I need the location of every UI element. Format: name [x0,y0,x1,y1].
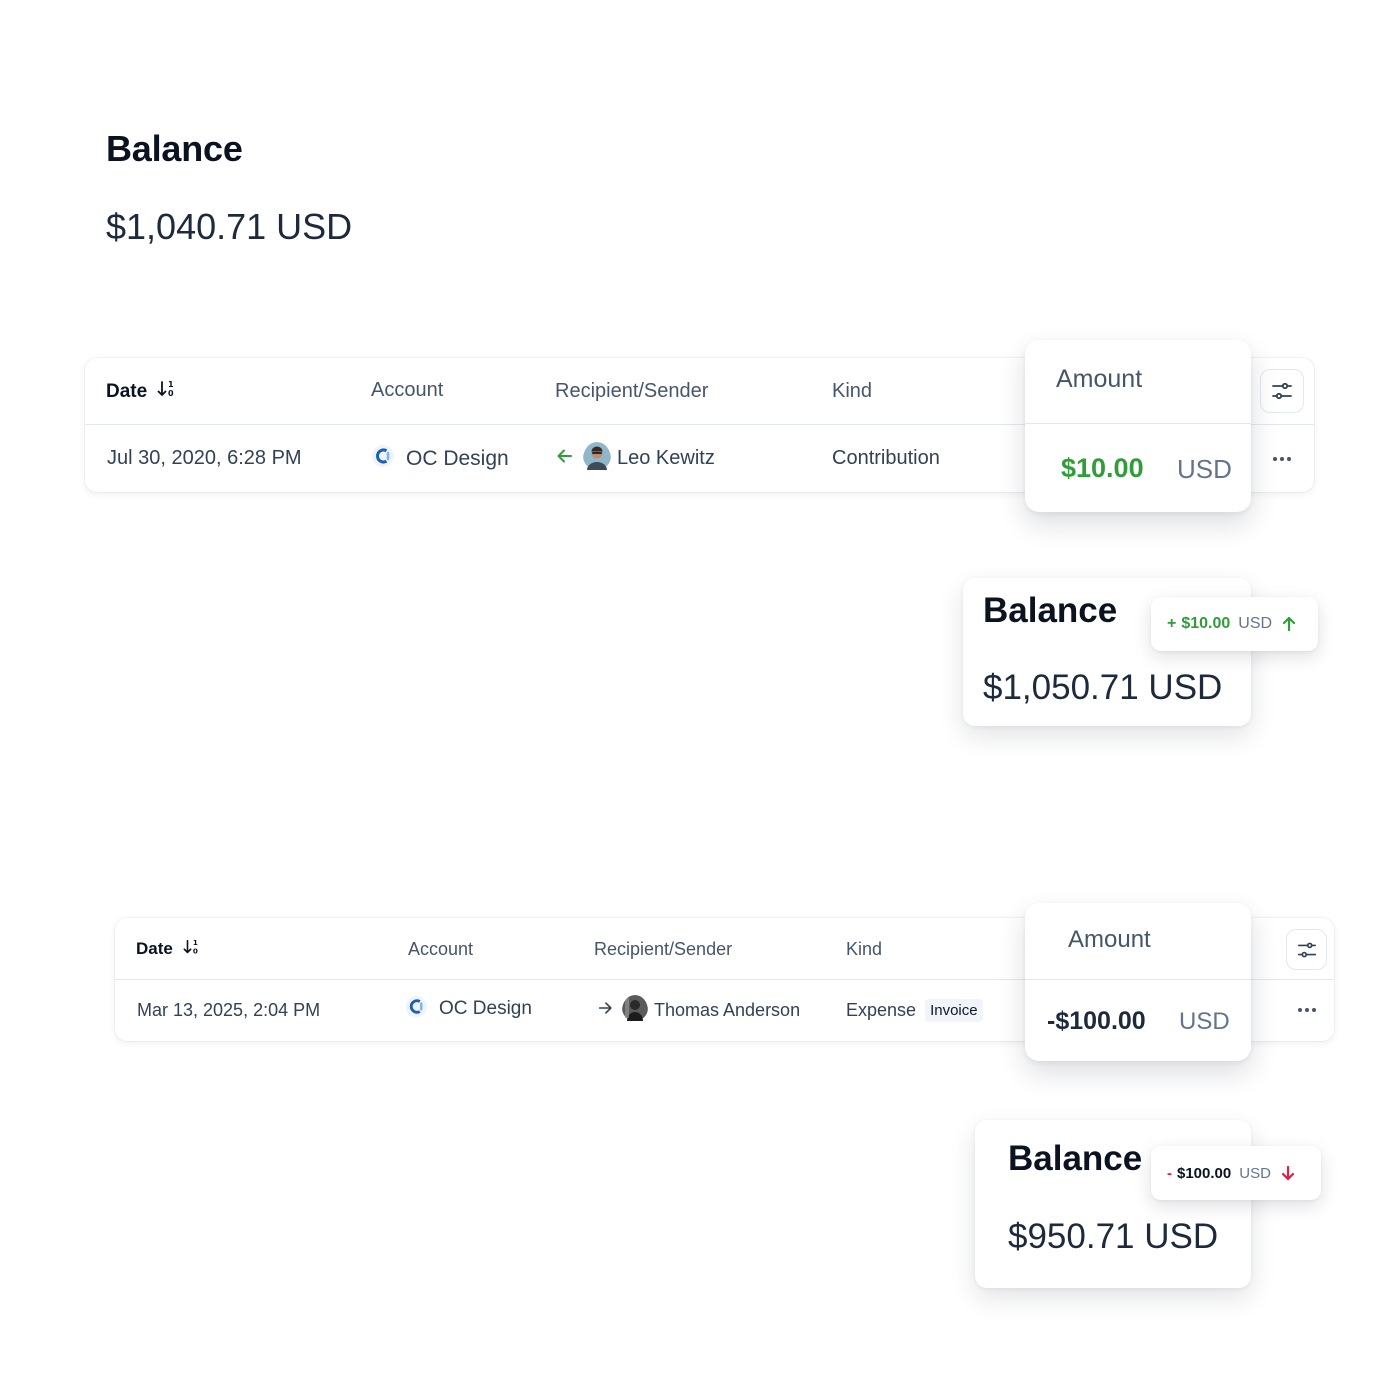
column-header-kind[interactable]: Kind [832,358,872,425]
transaction-kind: Contribution [832,447,940,469]
filter-columns-button[interactable] [1260,369,1304,413]
balance-change-badge: + $10.00 USD [1151,597,1318,651]
column-header-account[interactable]: Account [408,918,473,980]
kind-badge: Invoice [925,999,983,1022]
amount-column-header[interactable]: Amount [1025,340,1251,424]
more-horizontal-icon[interactable] [1298,1007,1316,1013]
balance-change-currency: USD [1238,615,1273,632]
amount-column-label: Amount [1056,365,1143,393]
svg-text:1: 1 [168,380,174,389]
transaction-recipient[interactable]: Thomas Anderson [596,980,800,1041]
transaction-currency: USD [1179,1008,1230,1035]
amount-column-label: Amount [1068,926,1151,953]
column-header-recipient[interactable]: Recipient/Sender [555,358,708,425]
column-header-date-label: Date [106,380,148,402]
balance-change-amount: $10.00 [1181,615,1231,632]
transaction-kind: Expense Invoice [846,980,983,1041]
balance-after-title: Balance [1008,1139,1143,1178]
column-header-date[interactable]: Date 10 [106,358,177,425]
counterparty-name: Thomas Anderson [654,1000,801,1020]
balance-amount: $1,040.71 USD [106,206,353,247]
sliders-icon [1272,382,1292,400]
arrow-left-icon [555,446,575,472]
column-header-date-label: Date [136,939,173,958]
transaction-account[interactable]: OC Design [406,980,532,1038]
arrow-down-icon [1281,1165,1295,1181]
sliders-icon [1297,942,1316,957]
balance-after-title: Balance [983,591,1118,630]
counterparty-name: Leo Kewitz [617,447,715,469]
amount-column-header[interactable]: Amount [1025,903,1251,980]
transaction-recipient[interactable]: Leo Kewitz [555,425,715,492]
column-header-kind[interactable]: Kind [846,918,882,980]
column-header-account[interactable]: Account [371,358,443,422]
balance-after-amount: $1,050.71 USD [983,668,1223,707]
transaction-amount: $10.00 [1061,453,1144,483]
balance-title: Balance [106,128,243,169]
arrow-up-icon [1282,616,1296,632]
balance-change-amount: $100.00 [1177,1164,1232,1182]
avatar [583,441,611,476]
filter-columns-button[interactable] [1286,929,1327,970]
balance-change-badge: - $100.00 USD [1151,1146,1321,1200]
transaction-date: Mar 13, 2025, 2:04 PM [137,1000,321,1020]
arrow-right-icon [596,999,614,1022]
transaction-currency: USD [1177,454,1232,484]
amount-column-card: Amount -$100.00 USD [1025,903,1251,1061]
svg-text:0: 0 [168,389,174,398]
more-horizontal-icon[interactable] [1273,456,1291,462]
kind-label: Expense [846,1000,917,1020]
avatar [622,995,648,1026]
oc-design-logo-icon [372,444,394,473]
svg-text:0: 0 [193,946,198,955]
balance-change-sign: - [1167,1164,1172,1182]
transaction-account[interactable]: OC Design [372,425,509,492]
sort-descending-icon[interactable]: 10 [157,379,177,405]
transaction-amount: -$100.00 [1047,1007,1146,1035]
account-name: OC Design [439,998,532,1019]
sort-descending-icon[interactable]: 10 [183,938,201,961]
balance-change-sign: + [1167,615,1177,632]
transaction-date: Jul 30, 2020, 6:28 PM [107,447,302,469]
column-header-date[interactable]: Date 10 [136,918,201,980]
amount-column-card: Amount $10.00 USD [1025,340,1251,512]
column-header-recipient[interactable]: Recipient/Sender [594,918,732,980]
account-name: OC Design [406,446,509,470]
balance-after-amount: $950.71 USD [1008,1217,1219,1256]
oc-design-logo-icon [406,995,427,1023]
balance-change-currency: USD [1239,1164,1271,1182]
